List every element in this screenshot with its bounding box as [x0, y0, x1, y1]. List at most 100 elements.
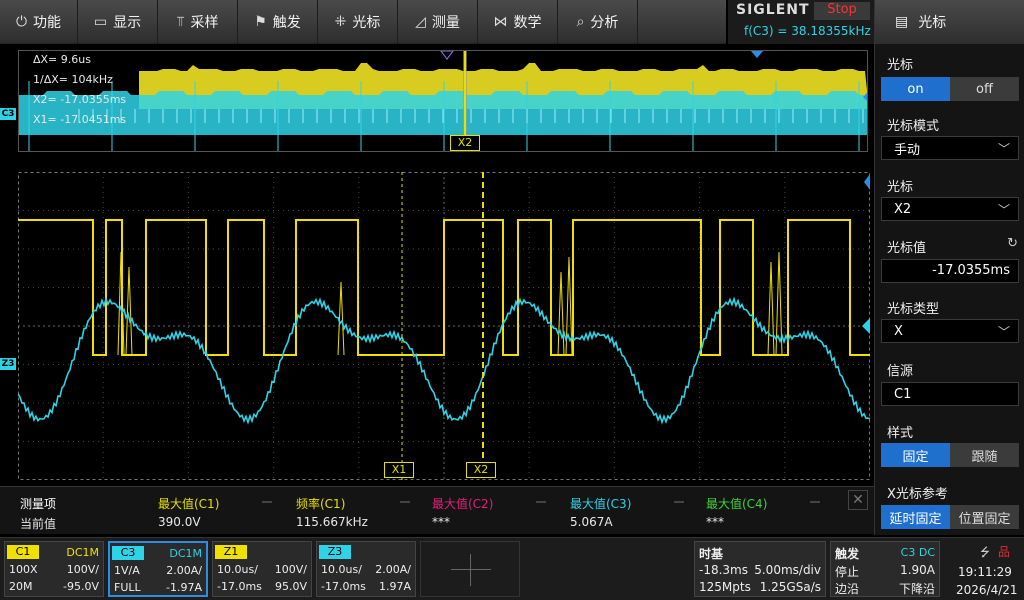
cursor-toggle[interactable]: on off	[881, 77, 1019, 101]
menu-item-acquire[interactable]: ⫪ 采样	[158, 0, 238, 44]
measure-divider	[810, 501, 820, 503]
measure-divider	[262, 501, 272, 503]
measure-header[interactable]: 最大值(C3)	[570, 495, 631, 512]
measure-value: 5.067A	[570, 515, 613, 529]
menu-label: 采样	[190, 15, 219, 31]
panel-title: 光标	[918, 15, 947, 31]
channel-box-c3[interactable]: C3 DC1M 1V/A 2.00A/FULL -1.97A	[108, 541, 208, 597]
style-fixed-button[interactable]: 固定	[881, 443, 950, 467]
channel-tl-value: 100X	[9, 563, 38, 576]
measure-icon: ◿	[415, 14, 426, 30]
x1-readout: X1= -17.0451ms	[33, 113, 127, 126]
measure-row-label: 当前值	[20, 517, 57, 531]
channel-tag: C1	[7, 545, 39, 559]
timebase-box[interactable]: 时基 -18.3ms 5.00ms/div 125Mpts 1.25GSa/s	[694, 541, 826, 597]
delay-fixed-button[interactable]: 延时固定	[881, 505, 950, 529]
add-channel-slot[interactable]	[420, 541, 520, 597]
refresh-icon[interactable]: ↻	[1007, 236, 1018, 251]
menu-label: 光标	[352, 15, 381, 31]
plus-icon	[451, 569, 491, 570]
trigger-icon: ⚑	[254, 14, 267, 30]
style-follow-button[interactable]: 跟随	[950, 443, 1019, 467]
channel-tr-value: 2.00A/	[166, 564, 202, 577]
channel-box-z3[interactable]: Z3 10.0us/2.00A/ -17.0ms 1.97A	[316, 541, 416, 597]
channel-br-value: -95.0V	[63, 580, 99, 593]
cursor-type-value: X	[894, 323, 903, 339]
math-icon: ⋈	[493, 14, 508, 30]
chevron-down-icon: ﹀	[997, 325, 1010, 339]
c1-ringing	[565, 256, 573, 356]
siglent-logo: SIGLENT	[736, 2, 810, 18]
position-fixed-button[interactable]: 位置固定	[950, 505, 1019, 529]
frequency-readout: f(C3) = 38.18355kHz	[744, 24, 871, 38]
cursor-off-button[interactable]: off	[950, 77, 1019, 101]
source-select[interactable]: C1	[881, 382, 1019, 406]
acquire-icon: ⫪	[176, 14, 185, 30]
cursor-value-field[interactable]: -17.0355ms	[881, 259, 1019, 283]
overview-x2-tag[interactable]: X2	[450, 135, 480, 151]
usb-icon: ⭍	[980, 545, 990, 559]
clock-date: 2026/4/21	[956, 583, 1018, 597]
channel-bl-value: FULL	[114, 581, 141, 594]
measure-header[interactable]: 最大值(C4)	[706, 495, 767, 512]
menu-item-power[interactable]: ⏻ 功能	[0, 0, 78, 44]
channel-coupling: DC1M	[66, 546, 99, 559]
channel-bl-value: 20M	[9, 580, 33, 593]
cursor-menu-icon: ▤	[895, 14, 909, 30]
menu-label: 触发	[272, 15, 301, 31]
cursor-mode-select[interactable]: 手动 ﹀	[881, 136, 1019, 160]
cursor-x2-tag[interactable]: X2	[466, 462, 496, 478]
c1-ringing	[557, 271, 565, 356]
measure-header[interactable]: 测量项	[20, 495, 56, 512]
channel-coupling: DC1M	[169, 547, 202, 560]
menu-item-trigger[interactable]: ⚑ 触发	[238, 0, 318, 44]
measure-header[interactable]: 频率(C1)	[296, 495, 345, 512]
delta-x-readout: ΔX= 9.6us	[33, 53, 91, 66]
run-stop-status[interactable]: Stop	[814, 2, 870, 20]
cursor-on-button[interactable]: on	[881, 77, 950, 101]
cursor-select-value: X2	[894, 201, 912, 217]
network-icon: 品	[998, 545, 1011, 559]
channel-box-z1[interactable]: Z1 10.0us/100V/ -17.0ms 95.0V	[212, 541, 312, 597]
cursor-x1-tag[interactable]: X1	[384, 462, 414, 478]
display-icon: ▭	[93, 14, 108, 30]
menu-item-display[interactable]: ▭ 显示	[78, 0, 158, 44]
trigger-level-marker	[864, 174, 870, 190]
trigger-slope: 下降沿	[898, 582, 935, 596]
channel-box-c1[interactable]: C1 DC1M 100X 100V/20M -95.0V	[4, 541, 104, 597]
x-cursor-ref-toggle[interactable]: 延时固定 位置固定	[881, 505, 1019, 529]
cursor-mode-label: 光标模式	[887, 119, 940, 134]
channel-tl-value: 10.0us/	[217, 563, 258, 576]
timebase-label: 时基	[699, 547, 724, 561]
style-toggle[interactable]: 固定 跟随	[881, 443, 1019, 467]
trigger-box[interactable]: 触发 C3 DC 停止 1.90A 边沿 下降沿	[830, 541, 940, 597]
measure-value: ***	[432, 515, 450, 529]
z3-offset-marker[interactable]: Z3	[0, 358, 16, 370]
cursor-label: 光标	[887, 58, 914, 73]
channel-tr-value: 2.00A/	[375, 563, 411, 576]
channel-tag: Z3	[319, 545, 351, 559]
c1-waveform	[18, 219, 870, 356]
measure-header[interactable]: 最大值(C1)	[158, 495, 219, 512]
menu-label: 显示	[113, 15, 142, 31]
trigger-state: 停止	[835, 565, 860, 579]
cursor-select[interactable]: X2 ﹀	[881, 197, 1019, 221]
chevron-down-icon: ﹀	[997, 142, 1010, 156]
measure-divider	[674, 501, 684, 503]
trigger-source: C3 DC	[900, 546, 935, 559]
trigger-type: 边沿	[835, 582, 860, 596]
menu-item-measure[interactable]: ◿ 测量	[398, 0, 478, 44]
c3-offset-marker[interactable]: C3	[0, 108, 16, 120]
cursor-type-select[interactable]: X ﹀	[881, 319, 1019, 343]
menu-item-analysis[interactable]: ⌕ 分析	[558, 0, 638, 44]
measure-header[interactable]: 最大值(C2)	[432, 495, 493, 512]
brand-status-area: SIGLENT Stop f(C3) = 38.18355kHz	[728, 0, 874, 44]
main-waveform-grid	[18, 172, 870, 480]
timebase-scale: 5.00ms/div	[754, 563, 821, 577]
bottom-status-bar: C1 DC1M 100X 100V/20M -95.0V C3 DC1M 1V/A 2.00A/…	[0, 537, 1024, 600]
close-icon[interactable]: ✕	[848, 490, 868, 510]
menu-item-cursor[interactable]: ⁜ 光标	[318, 0, 398, 44]
menu-item-math[interactable]: ⋈ 数学	[478, 0, 558, 44]
menu-label: 数学	[513, 15, 542, 31]
cursor-value-label: 光标值	[887, 241, 927, 256]
